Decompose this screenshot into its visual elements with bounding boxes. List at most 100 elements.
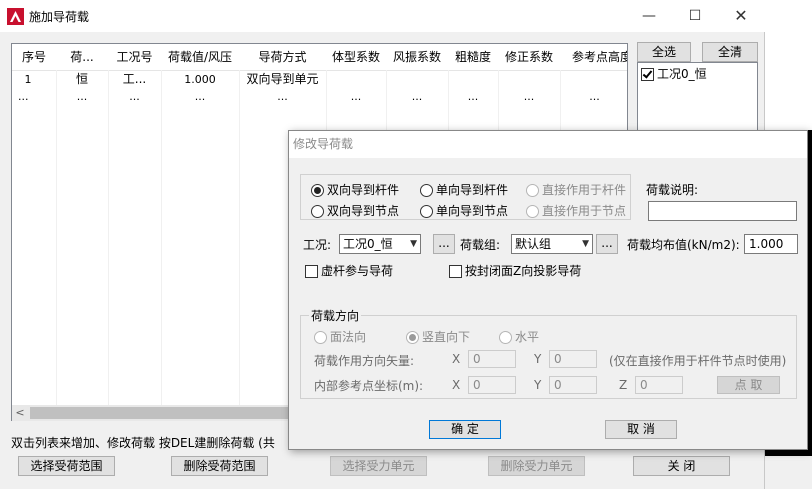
radio-disabled-icon[interactable]: [499, 331, 512, 344]
cancel-button[interactable]: 取 消: [605, 420, 677, 439]
column-header[interactable]: 导荷方式: [239, 44, 327, 71]
table-cell[interactable]: 1.000: [161, 71, 239, 88]
checkbox-icon[interactable]: [305, 265, 318, 278]
column-header[interactable]: 工况号: [108, 44, 162, 71]
refpt-y-label: Y: [534, 378, 542, 392]
direction-label: 竖直向下: [422, 330, 471, 344]
refpt-y-input[interactable]: 0: [549, 376, 597, 394]
table-cell[interactable]: ...: [56, 88, 108, 105]
table-cell[interactable]: ...: [239, 88, 326, 105]
table-cell[interactable]: ...: [498, 88, 560, 105]
table-cell[interactable]: 双向导到单元: [239, 71, 326, 88]
column-header[interactable]: 体型系数: [326, 44, 387, 71]
mode-option[interactable]: 直接作用于节点: [526, 203, 626, 219]
delete-range-button[interactable]: 删除受荷范围: [171, 456, 268, 476]
radio-disabled-icon[interactable]: [526, 184, 539, 197]
radio-icon[interactable]: [420, 205, 433, 218]
virtual-rod-label: 虚杆参与导荷: [321, 264, 394, 278]
column-header[interactable]: 风振系数: [386, 44, 449, 71]
refpt-z-label: Z: [619, 378, 628, 392]
mode-option[interactable]: 单向导到节点: [420, 203, 508, 219]
direction-option[interactable]: 竖直向下: [406, 329, 470, 345]
load-desc-input[interactable]: [648, 201, 797, 221]
group-select[interactable]: 默认组 ▼: [511, 234, 593, 254]
table-cell[interactable]: ...: [161, 88, 239, 105]
table-cell[interactable]: ...: [12, 88, 48, 105]
select-range-button[interactable]: 选择受荷范围: [18, 456, 115, 476]
radio-icon[interactable]: [420, 184, 433, 197]
column-header[interactable]: 序号: [12, 44, 57, 71]
mode-label: 直接作用于节点: [542, 204, 627, 218]
case-item[interactable]: 工况0_恒: [641, 66, 707, 82]
mode-option[interactable]: 双向导到杆件: [311, 182, 399, 198]
select-all-button[interactable]: 全选: [637, 42, 691, 62]
vector-y-input[interactable]: 0: [549, 350, 597, 368]
mode-label: 单向导到节点: [436, 204, 509, 218]
table-cell[interactable]: ...: [386, 88, 448, 105]
refpt-label: 内部参考点坐标(m):: [314, 379, 424, 393]
checkbox-icon[interactable]: [449, 265, 462, 278]
clear-all-button[interactable]: 全清: [702, 42, 758, 62]
group-browse-button[interactable]: ...: [596, 234, 618, 254]
delete-units-button[interactable]: 删除受力单元: [488, 456, 585, 476]
table-cell[interactable]: ...: [108, 88, 161, 105]
close-button[interactable]: 关 闭: [633, 456, 730, 476]
checkbox-checked-icon[interactable]: [641, 68, 654, 81]
column-header[interactable]: 粗糙度: [448, 44, 499, 71]
case-select[interactable]: 工况0_恒 ▼: [339, 234, 421, 254]
virtual-rod-checkbox[interactable]: 虚杆参与导荷: [305, 263, 393, 279]
case-select-value: 工况0_恒: [343, 237, 393, 251]
radio-disabled-icon[interactable]: [314, 331, 327, 344]
case-item-label: 工况0_恒: [657, 67, 707, 81]
table-cell[interactable]: 恒: [56, 71, 108, 88]
refpt-z-input[interactable]: 0: [635, 376, 683, 394]
refpt-x-input[interactable]: 0: [468, 376, 516, 394]
dist-value-label: 荷载均布值(kN/m2):: [627, 238, 740, 252]
mode-label: 单向导到杆件: [436, 183, 509, 197]
direction-label: 水平: [515, 330, 540, 344]
radio-disabled-selected-icon[interactable]: [406, 331, 419, 344]
radio-disabled-icon[interactable]: [526, 205, 539, 218]
column-header[interactable]: 参考点高度: [560, 44, 627, 71]
radio-selected-icon[interactable]: [311, 184, 324, 197]
scroll-thumb[interactable]: [30, 407, 300, 419]
mode-label: 直接作用于杆件: [542, 183, 627, 197]
vector-x-label: X: [452, 352, 461, 366]
table-cell[interactable]: ...: [448, 88, 498, 105]
dialog-title: 修改导荷载: [289, 131, 807, 158]
vector-x-input[interactable]: 0: [468, 350, 516, 368]
window-title: 施加导荷载: [29, 10, 90, 24]
column-header[interactable]: 荷载值/风压: [161, 44, 240, 71]
maximize-button[interactable]: ☐: [672, 0, 718, 32]
radio-icon[interactable]: [311, 205, 324, 218]
mode-option[interactable]: 直接作用于杆件: [526, 182, 626, 198]
table-cell[interactable]: 工...: [108, 71, 161, 88]
vector-y-label: Y: [534, 352, 542, 366]
mode-option[interactable]: 双向导到节点: [311, 203, 399, 219]
close-window-button[interactable]: ✕: [718, 0, 764, 32]
column-header[interactable]: 修正系数: [498, 44, 561, 71]
chevron-down-icon: ▼: [582, 239, 589, 249]
hint-text: 双击列表来增加、修改荷载 按DEL建删除荷载 (共: [11, 436, 275, 450]
column-header[interactable]: 荷...: [56, 44, 109, 71]
group-label: 荷载组:: [460, 238, 501, 252]
case-browse-button[interactable]: ...: [433, 234, 455, 254]
ok-button[interactable]: 确 定: [429, 420, 501, 439]
table-cell[interactable]: 1: [12, 71, 38, 88]
scroll-left-icon[interactable]: <: [12, 405, 28, 421]
closed-surface-checkbox[interactable]: 按封闭面Z向投影导荷: [449, 263, 581, 279]
table-cell[interactable]: ...: [326, 88, 386, 105]
group-select-value: 默认组: [515, 237, 552, 251]
direction-group-title: 荷载方向: [309, 307, 362, 324]
direction-option[interactable]: 水平: [499, 329, 539, 345]
dist-value-input[interactable]: 1.000: [744, 234, 798, 254]
mode-option[interactable]: 单向导到杆件: [420, 182, 508, 198]
pick-point-button[interactable]: 点 取: [717, 376, 780, 394]
mode-label: 双向导到节点: [327, 204, 400, 218]
minimize-button[interactable]: —: [626, 0, 672, 32]
direction-option[interactable]: 面法向: [314, 329, 366, 345]
closed-surface-label: 按封闭面Z向投影导荷: [465, 264, 582, 278]
select-units-button[interactable]: 选择受力单元: [330, 456, 427, 476]
table-cell[interactable]: ...: [560, 88, 627, 105]
direction-label: 面法向: [330, 330, 367, 344]
